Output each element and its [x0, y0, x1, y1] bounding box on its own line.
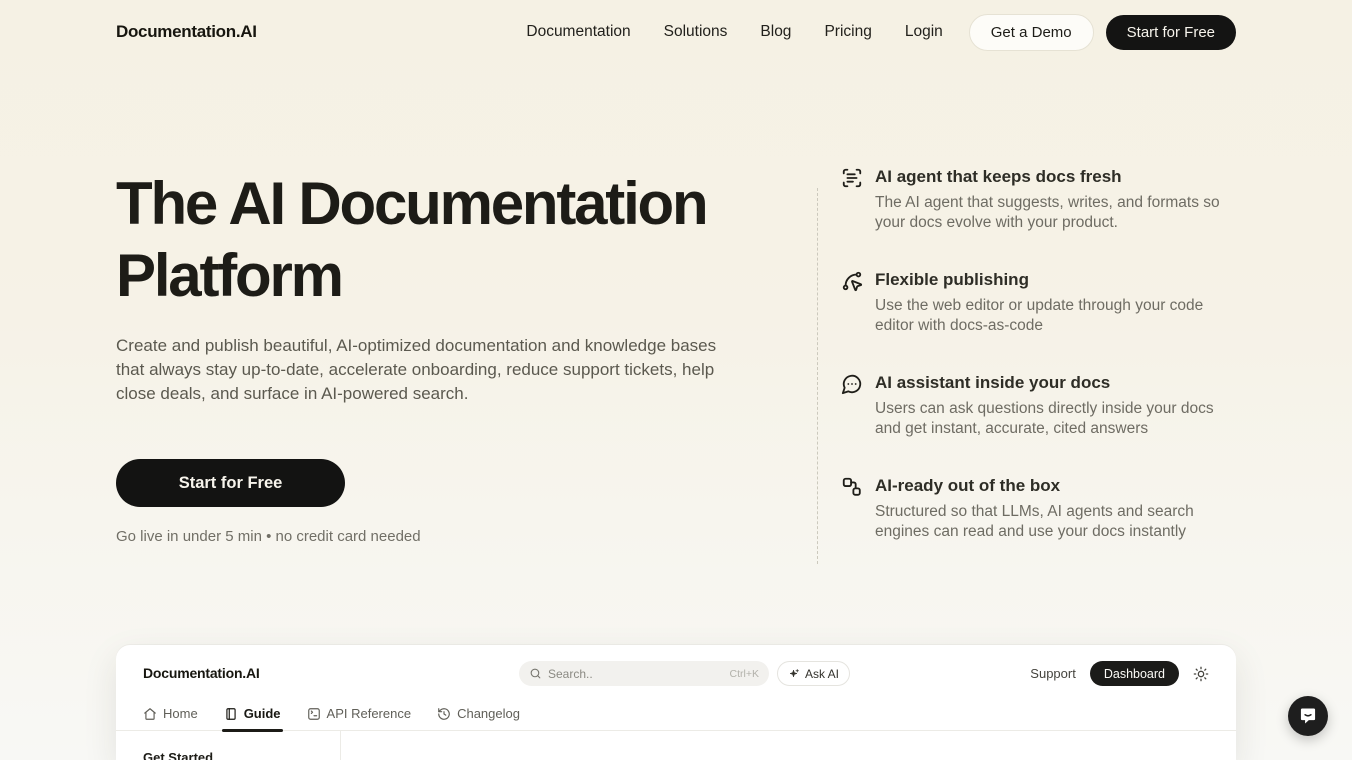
hero-description: Create and publish beautiful, AI-optimiz…: [116, 336, 717, 403]
dashboard-button[interactable]: Dashboard: [1089, 661, 1179, 686]
feature-description: Structured so that LLMs, AI agents and s…: [875, 503, 1194, 540]
terminal-square-icon: [307, 707, 321, 721]
feature-title: AI agent that keeps docs fresh: [875, 167, 1122, 186]
feature-item: AI agent that keeps docs fresh The AI ag…: [841, 166, 1237, 233]
preview-header-actions: Support Dashboard: [1030, 661, 1209, 686]
feature-text: AI-ready out of the box Structured so th…: [875, 475, 1243, 542]
preview-tab-bar: Home Guide API Reference Changelog: [116, 701, 1236, 732]
ask-ai-label: Ask AI: [805, 666, 840, 681]
get-demo-button[interactable]: Get a Demo: [968, 13, 1094, 51]
feature-title: Flexible publishing: [875, 270, 1029, 289]
linked-nodes-icon: [841, 476, 863, 498]
feature-description: Use the web editor or update through you…: [875, 297, 1204, 334]
feature-item: AI-ready out of the box Structured so th…: [841, 475, 1237, 542]
hero-cta-subtext: Go live in under 5 min • no credit card …: [116, 528, 421, 545]
nav-link-pricing[interactable]: Pricing: [824, 23, 871, 41]
feature-text: Flexible publishing Use the web editor o…: [875, 269, 1243, 336]
tab-api-reference[interactable]: API Reference: [307, 706, 412, 730]
nav-link-solutions[interactable]: Solutions: [664, 23, 728, 41]
site-logo[interactable]: Documentation.AI: [116, 22, 257, 42]
tab-label: API Reference: [326, 706, 412, 721]
feature-text: AI assistant inside your docs Users can …: [875, 372, 1243, 439]
feature-title: AI-ready out of the box: [875, 476, 1061, 495]
ask-ai-button[interactable]: Ask AI: [777, 661, 851, 686]
chat-bubble-dots-icon: [841, 373, 863, 395]
theme-toggle-sun-icon[interactable]: [1193, 666, 1209, 682]
feature-description: The AI agent that suggests, writes, and …: [875, 194, 1220, 231]
hero-title-line1: The AI Documentation: [116, 170, 709, 237]
docs-preview-card: Documentation.AI Ctrl+K Ask AI Support D…: [116, 645, 1236, 760]
sidebar-divider: [340, 731, 341, 760]
nav-links: Documentation Solutions Blog Pricing Log…: [526, 23, 942, 41]
search-shortcut: Ctrl+K: [729, 667, 759, 680]
preview-header: Documentation.AI Ctrl+K Ask AI Support D…: [116, 645, 1236, 701]
nav-buttons: Get a Demo Start for Free: [968, 13, 1236, 51]
hero-title-line2: Platform: [116, 242, 344, 309]
search-input[interactable]: [548, 666, 724, 681]
tab-label: Home: [163, 706, 198, 721]
spline-pointer-icon: [841, 270, 863, 292]
search-icon: [529, 667, 542, 680]
nav-link-documentation[interactable]: Documentation: [526, 23, 630, 41]
sparkles-icon: [788, 668, 800, 680]
start-free-button[interactable]: Start for Free: [1105, 14, 1236, 50]
tab-guide[interactable]: Guide: [221, 706, 283, 732]
feature-item: Flexible publishing Use the web editor o…: [841, 269, 1237, 336]
home-icon: [143, 707, 157, 721]
tab-label: Guide: [243, 706, 281, 721]
feature-list: AI agent that keeps docs fresh The AI ag…: [817, 166, 1237, 578]
tab-label: Changelog: [457, 706, 520, 721]
top-navigation: Documentation.AI Documentation Solutions…: [0, 0, 1352, 64]
book-icon: [224, 707, 238, 721]
preview-content: Get Started: [116, 731, 1236, 760]
tab-changelog[interactable]: Changelog: [437, 706, 520, 730]
tab-home[interactable]: Home: [143, 706, 198, 730]
sidebar-heading: Get Started: [143, 750, 214, 760]
hero-start-free-button[interactable]: Start for Free: [116, 459, 345, 507]
feature-title: AI assistant inside your docs: [875, 373, 1111, 392]
nav-link-blog[interactable]: Blog: [760, 23, 791, 41]
history-icon: [437, 707, 451, 721]
chat-launcher-button[interactable]: [1288, 696, 1328, 736]
feature-item: AI assistant inside your docs Users can …: [841, 372, 1237, 439]
chat-bubble-smile-icon: [1298, 706, 1318, 726]
feature-text: AI agent that keeps docs fresh The AI ag…: [875, 166, 1243, 233]
support-link[interactable]: Support: [1030, 666, 1076, 681]
hero-section: The AI Documentation Platform Create and…: [116, 168, 776, 545]
preview-logo[interactable]: Documentation.AI: [143, 665, 260, 681]
scan-text-icon: [841, 167, 863, 189]
nav-link-login[interactable]: Login: [905, 23, 943, 41]
search-bar[interactable]: Ctrl+K: [519, 661, 769, 686]
feature-description: Users can ask questions directly inside …: [875, 400, 1214, 437]
hero-title: The AI Documentation Platform: [116, 168, 776, 312]
